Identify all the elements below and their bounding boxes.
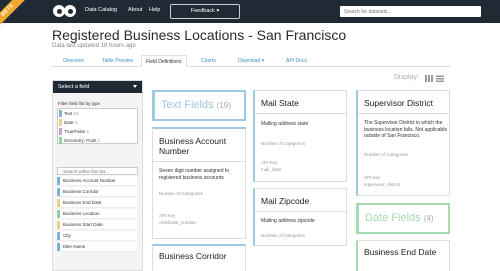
section-title: Text Fields (19) — [161, 99, 231, 111]
card-description: The Supervisor District in which the bus… — [364, 120, 448, 139]
tab-download[interactable]: Download ▾ — [238, 58, 264, 64]
field-card-mail-state[interactable]: Mail State Mailing address state Number … — [253, 90, 347, 182]
card-title: Business Corridor — [159, 251, 227, 261]
type-count: 2 — [86, 129, 90, 134]
meta-label: Number of Categories — [364, 152, 409, 157]
type-count: 4 — [74, 120, 78, 125]
section-count: (4) — [423, 214, 434, 223]
type-count: 19 — [73, 111, 79, 116]
card-description: Mailing address zipcode — [261, 218, 315, 224]
card-title: Mail State — [261, 98, 299, 108]
list-item[interactable]: City — [56, 231, 137, 241]
select-field-dropdown[interactable]: Select a field — [53, 81, 142, 93]
grid-view-icon[interactable] — [425, 75, 433, 82]
nav-link-help[interactable]: Help — [149, 7, 160, 13]
type-label: Geometry: Point — [64, 138, 97, 143]
meta-label: Number of Categories — [261, 233, 306, 238]
tab-field-definitions[interactable]: Field Definitions — [141, 55, 187, 67]
tab-bar: Overview Table Preview Field Definitions… — [52, 55, 450, 67]
tab-table-preview[interactable]: Table Preview — [102, 58, 133, 64]
list-item[interactable]: DBA Name — [56, 242, 137, 252]
section-count: (19) — [216, 101, 231, 110]
card-title: Business Account Number — [159, 136, 227, 156]
chevron-down-icon — [133, 85, 137, 88]
meta-value: certificate_number — [159, 220, 197, 225]
feedback-button[interactable]: Feedback ▾ — [170, 4, 240, 19]
feedback-label: Feedback — [190, 8, 215, 14]
type-count: 1 — [97, 138, 101, 143]
field-card-business-account-number[interactable]: Business Account Number Seven digit numb… — [152, 127, 246, 239]
filter-type-label: Filter field list by type — [58, 101, 101, 106]
type-label: Date — [64, 120, 74, 125]
beta-ribbon: BETA — [0, 0, 27, 30]
field-search-input[interactable] — [57, 167, 138, 175]
type-filter-list: Text 19 Date 4 True/False 2 Geometry: Po… — [57, 108, 138, 144]
meta-value: mail_state — [261, 167, 282, 172]
type-filter-boolean[interactable]: True/False 2 — [58, 127, 137, 136]
page-title: Registered Business Locations - San Fran… — [52, 27, 347, 43]
list-item[interactable]: Business Account Number — [56, 176, 137, 186]
card-title: Business End Date — [364, 247, 437, 257]
type-filter-text[interactable]: Text 19 — [58, 109, 137, 118]
list-item[interactable]: Business Start Date — [56, 220, 137, 230]
divider — [153, 161, 245, 162]
field-card-supervisor-district[interactable]: Supervisor District The Supervisor Distr… — [356, 90, 450, 196]
text-fields-section: Text Fields (19) — [152, 90, 246, 121]
meta-label: API Key — [159, 213, 176, 218]
display-label: Display: — [394, 74, 419, 81]
chevron-down-icon: ▾ — [216, 8, 220, 14]
field-card-mail-zipcode[interactable]: Mail Zipcode Mailing address zipcode Num… — [253, 188, 347, 246]
date-fields-section: Date Fields (4) — [356, 203, 450, 234]
nav-link-data-catalog[interactable]: Data Catalog — [85, 7, 117, 13]
card-description: Mailing address state — [261, 121, 309, 127]
field-card-business-end-date[interactable]: Business End Date — [356, 240, 450, 271]
meta-label: API Key — [261, 160, 278, 165]
nav-link-about[interactable]: About — [128, 7, 142, 13]
type-filter-geometry[interactable]: Geometry: Point 1 — [58, 136, 137, 145]
list-view-icon[interactable] — [436, 75, 444, 82]
select-field-label: Select a field — [58, 84, 90, 90]
tab-api-docs[interactable]: API Docs — [286, 58, 307, 64]
section-title-text: Text Fields — [161, 99, 214, 111]
chevron-down-icon: ▾ — [261, 58, 265, 64]
card-description: Seven digit number assigned to registere… — [159, 168, 230, 181]
section-title-text: Date Fields — [365, 212, 421, 224]
meta-label: API Key — [364, 175, 381, 180]
tab-charts[interactable]: Charts — [201, 58, 216, 64]
list-item[interactable]: Business Corridor — [56, 187, 137, 197]
top-nav-bar: BETA Data Catalog About Help Feedback ▾ — [0, 0, 500, 30]
meta-label: Number of Categories — [159, 191, 204, 196]
type-label: True/False — [64, 129, 86, 134]
logo-icon[interactable] — [53, 5, 76, 18]
dataset-search-input[interactable] — [340, 6, 481, 17]
meta-value: supervisor_district — [364, 182, 401, 187]
card-title: Mail Zipcode — [261, 196, 310, 206]
list-item[interactable]: Business Location — [56, 209, 137, 219]
list-item[interactable]: Business End Date — [56, 198, 137, 208]
last-updated-text: Data last updated 18 hours ago — [52, 43, 136, 49]
divider — [255, 113, 346, 114]
tab-download-label: Download — [238, 58, 261, 64]
divider — [358, 113, 449, 114]
card-title: Supervisor District — [364, 98, 433, 108]
type-filter-date[interactable]: Date 4 — [58, 118, 137, 127]
meta-label: Number of Categories — [261, 141, 306, 146]
field-card-business-corridor[interactable]: Business Corridor — [152, 244, 246, 271]
divider — [255, 211, 346, 212]
section-title: Date Fields (4) — [365, 212, 433, 224]
type-label: Text — [64, 111, 73, 116]
tab-overview[interactable]: Overview — [63, 58, 84, 64]
